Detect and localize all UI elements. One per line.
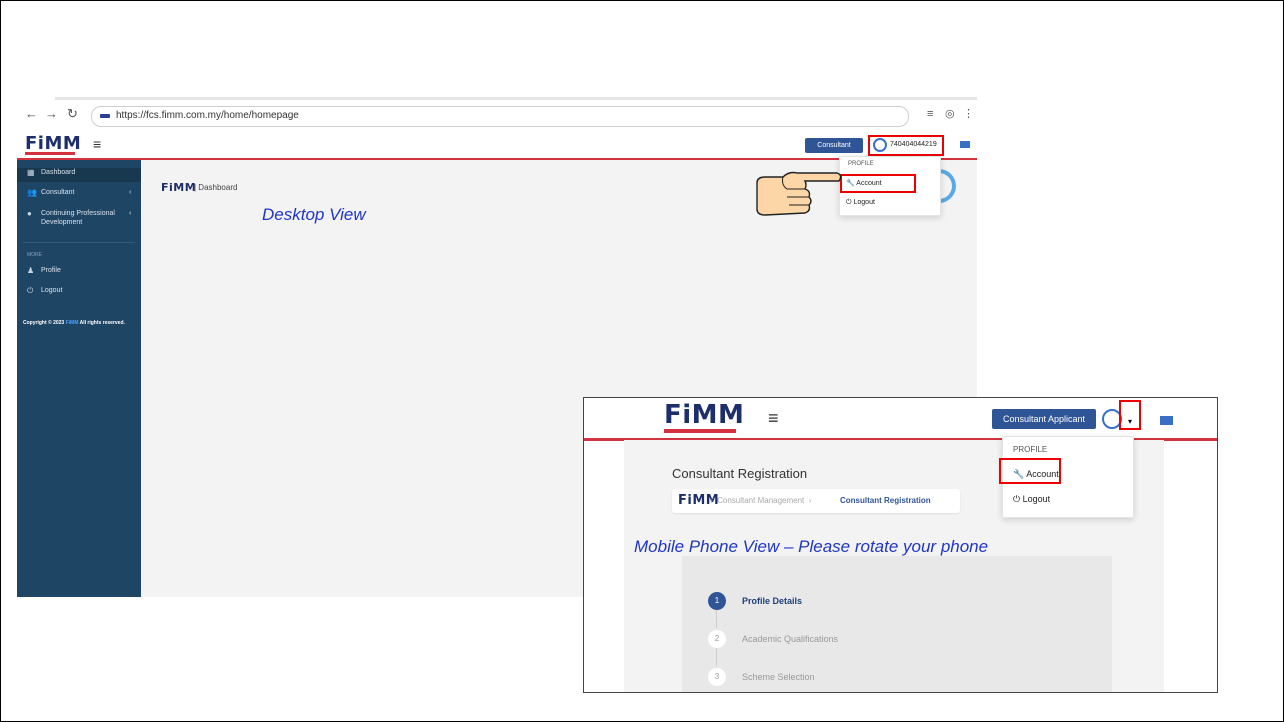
- slide: ← → ↻ https://fcs.fimm.com.my/home/homep…: [0, 0, 1284, 722]
- pointing-hand-icon: [756, 171, 842, 216]
- sidebar-item-label: Continuing Professional: [41, 210, 115, 217]
- sidebar-item-label: Logout: [41, 287, 63, 294]
- power-icon: ⏻: [1013, 494, 1021, 504]
- dropdown-heading: PROFILE: [1013, 445, 1048, 454]
- sidebar: ▦ Dashboard 👥 Consultant ‹ ● Continuing …: [17, 160, 141, 597]
- logout-menu-item[interactable]: ⏻ Logout: [846, 199, 875, 207]
- url-text: https://fcs.fimm.com.my/home/homepage: [116, 110, 299, 121]
- mobile-app-header: FiMM ≡ Consultant Applicant ▾: [584, 398, 1217, 441]
- sidebar-item-logout[interactable]: ⏻ Logout: [17, 286, 141, 300]
- caret-highlight-box[interactable]: ▾: [1119, 400, 1141, 430]
- sidebar-item-label: Consultant: [41, 189, 75, 196]
- copyright: Copyright © 2023 FiMM All rights reserve…: [23, 320, 125, 326]
- logout-menu-item[interactable]: ⏻ Logout: [1013, 494, 1050, 505]
- mobile-screenshot: FiMM ≡ Consultant Applicant ▾ Consultant…: [583, 397, 1218, 693]
- site-favicon-icon: [100, 114, 110, 118]
- reload-icon[interactable]: ↻: [67, 107, 78, 121]
- mobile-fimm-logo[interactable]: FiMM: [664, 402, 744, 428]
- step-label: Scheme Selection: [742, 672, 815, 682]
- power-icon: ⏻: [27, 286, 34, 295]
- hamburger-menu-icon[interactable]: ≡: [768, 408, 779, 429]
- user-id: 740404044219: [890, 141, 937, 148]
- profile-icon[interactable]: ◎: [945, 107, 955, 121]
- user-icon: ♟: [27, 266, 35, 275]
- logo-underline: [664, 429, 736, 433]
- chevron-down-icon: ▾: [1128, 417, 1133, 426]
- sidebar-item-label: Profile: [41, 267, 61, 274]
- step-number: 3: [708, 668, 726, 686]
- users-icon: 👥: [27, 188, 37, 197]
- mail-icon[interactable]: [1160, 416, 1173, 425]
- breadcrumb: FiMM › Consultant Management › Consultan…: [672, 489, 960, 513]
- dashboard-breadcrumb: | Dashboard: [194, 183, 238, 192]
- hamburger-menu-icon[interactable]: ≡: [93, 136, 101, 152]
- menu-dots-icon[interactable]: ⋮: [963, 107, 974, 121]
- step-label: Profile Details: [742, 596, 803, 606]
- power-icon: ⏻: [846, 199, 852, 206]
- sidebar-item-cpd[interactable]: ● Continuing Professional Development ‹: [17, 209, 141, 233]
- step-connector: [716, 610, 717, 628]
- dropdown-heading: PROFILE: [848, 161, 874, 167]
- fimm-logo[interactable]: FiMM: [25, 135, 81, 153]
- user-menu-toggle[interactable]: 740404044219: [868, 135, 944, 156]
- content-fimm-logo: FiMM: [161, 181, 197, 194]
- mail-icon[interactable]: [960, 141, 970, 148]
- sidebar-item-profile[interactable]: ♟ Profile: [17, 266, 141, 280]
- logo-underline: [25, 152, 75, 155]
- chevron-icon: ‹: [129, 210, 132, 217]
- consultant-button[interactable]: Consultant: [805, 138, 863, 153]
- media-controls-icon[interactable]: ≡: [927, 107, 933, 121]
- breadcrumb-item[interactable]: › Consultant Management ›: [710, 496, 811, 505]
- app-header: FiMM ≡ Consultant 740404044219: [17, 133, 977, 160]
- account-highlight-box: [840, 174, 916, 193]
- consultant-applicant-button[interactable]: Consultant Applicant: [992, 409, 1096, 429]
- address-bar[interactable]: https://fcs.fimm.com.my/home/homepage: [91, 106, 909, 127]
- desktop-view-label: Desktop View: [262, 205, 366, 224]
- sidebar-divider: [23, 242, 135, 243]
- tab-strip: [55, 97, 977, 100]
- step-number: 1: [708, 592, 726, 610]
- sidebar-item-label-line2: Development: [41, 219, 83, 226]
- forward-arrow-icon[interactable]: →: [45, 107, 58, 121]
- step-connector: [716, 648, 717, 666]
- account-highlight-box: [999, 458, 1061, 484]
- cpd-icon: ●: [27, 209, 32, 218]
- back-arrow-icon[interactable]: ←: [25, 107, 38, 121]
- sidebar-item-label: Dashboard: [41, 169, 76, 176]
- avatar-icon: [873, 138, 887, 152]
- page-title: Consultant Registration: [672, 466, 808, 481]
- sidebar-item-dashboard[interactable]: ▦ Dashboard: [17, 168, 141, 182]
- mobile-view-label: Mobile Phone View – Please rotate your p…: [634, 537, 989, 556]
- breadcrumb-current: Consultant Registration: [840, 496, 931, 505]
- step-label: Academic Qualifications: [742, 634, 839, 644]
- dashboard-icon: ▦: [27, 168, 35, 177]
- browser-toolbar: ← → ↻ https://fcs.fimm.com.my/home/homep…: [17, 97, 977, 134]
- sidebar-item-consultant[interactable]: 👥 Consultant ‹: [17, 188, 141, 202]
- step-number: 2: [708, 630, 726, 648]
- chevron-icon: ‹: [129, 189, 132, 196]
